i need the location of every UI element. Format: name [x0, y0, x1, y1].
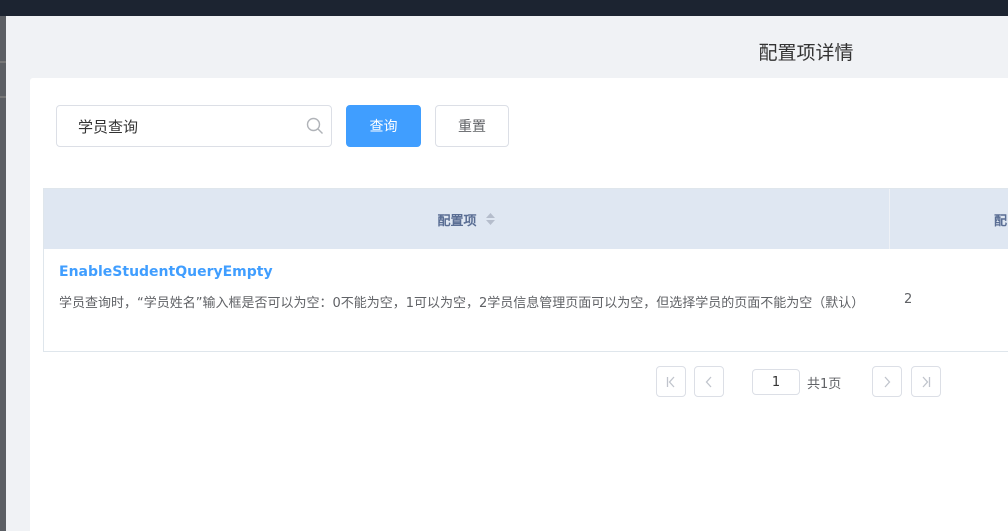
column-header-config-item[interactable]: 配置项: [44, 189, 890, 249]
search-icon[interactable]: [305, 116, 325, 136]
config-table: 配置项 配 EnableStudentQueryEmpty 学员查询时，“学员姓…: [43, 188, 1008, 352]
table-row: EnableStudentQueryEmpty 学员查询时，“学员姓名”输入框是…: [44, 249, 1008, 353]
column-header-label: 配: [994, 213, 1008, 229]
prev-page-button[interactable]: [694, 366, 724, 397]
table-header: 配置项 配: [44, 189, 1008, 249]
last-page-button[interactable]: [911, 366, 941, 397]
next-page-button[interactable]: [872, 366, 902, 397]
sort-icon[interactable]: [485, 212, 496, 226]
reset-button[interactable]: 重置: [435, 105, 509, 147]
column-header-label: 配置项: [437, 213, 477, 229]
chevron-left-icon: [705, 376, 712, 387]
last-page-icon: [922, 376, 931, 387]
chevron-right-icon: [884, 376, 891, 387]
search-box[interactable]: [56, 105, 332, 147]
first-page-icon: [666, 376, 675, 387]
config-detail-dialog: 配置项详情 查询 重置 配置项 配: [6, 16, 1008, 531]
first-page-button[interactable]: [656, 366, 686, 397]
column-header-config-value: 配: [994, 189, 1008, 249]
dialog-title: 配置项详情: [758, 42, 854, 64]
config-value-cell: 2: [904, 292, 913, 307]
total-pages-label: 共1页: [807, 377, 842, 392]
config-key-link[interactable]: EnableStudentQueryEmpty: [59, 261, 879, 283]
pagination: 共1页: [30, 366, 1008, 400]
search-input[interactable]: [58, 107, 298, 145]
content-panel: 查询 重置 配置项 配 EnableStudentQueryEmpty: [30, 78, 1008, 531]
config-item-cell: EnableStudentQueryEmpty 学员查询时，“学员姓名”输入框是…: [59, 261, 879, 319]
page-number-input[interactable]: [752, 369, 800, 395]
query-button[interactable]: 查询: [346, 105, 421, 147]
config-description: 学员查询时，“学员姓名”输入框是否可以为空：0不能为空，1可以为空，2学员信息管…: [59, 296, 865, 311]
